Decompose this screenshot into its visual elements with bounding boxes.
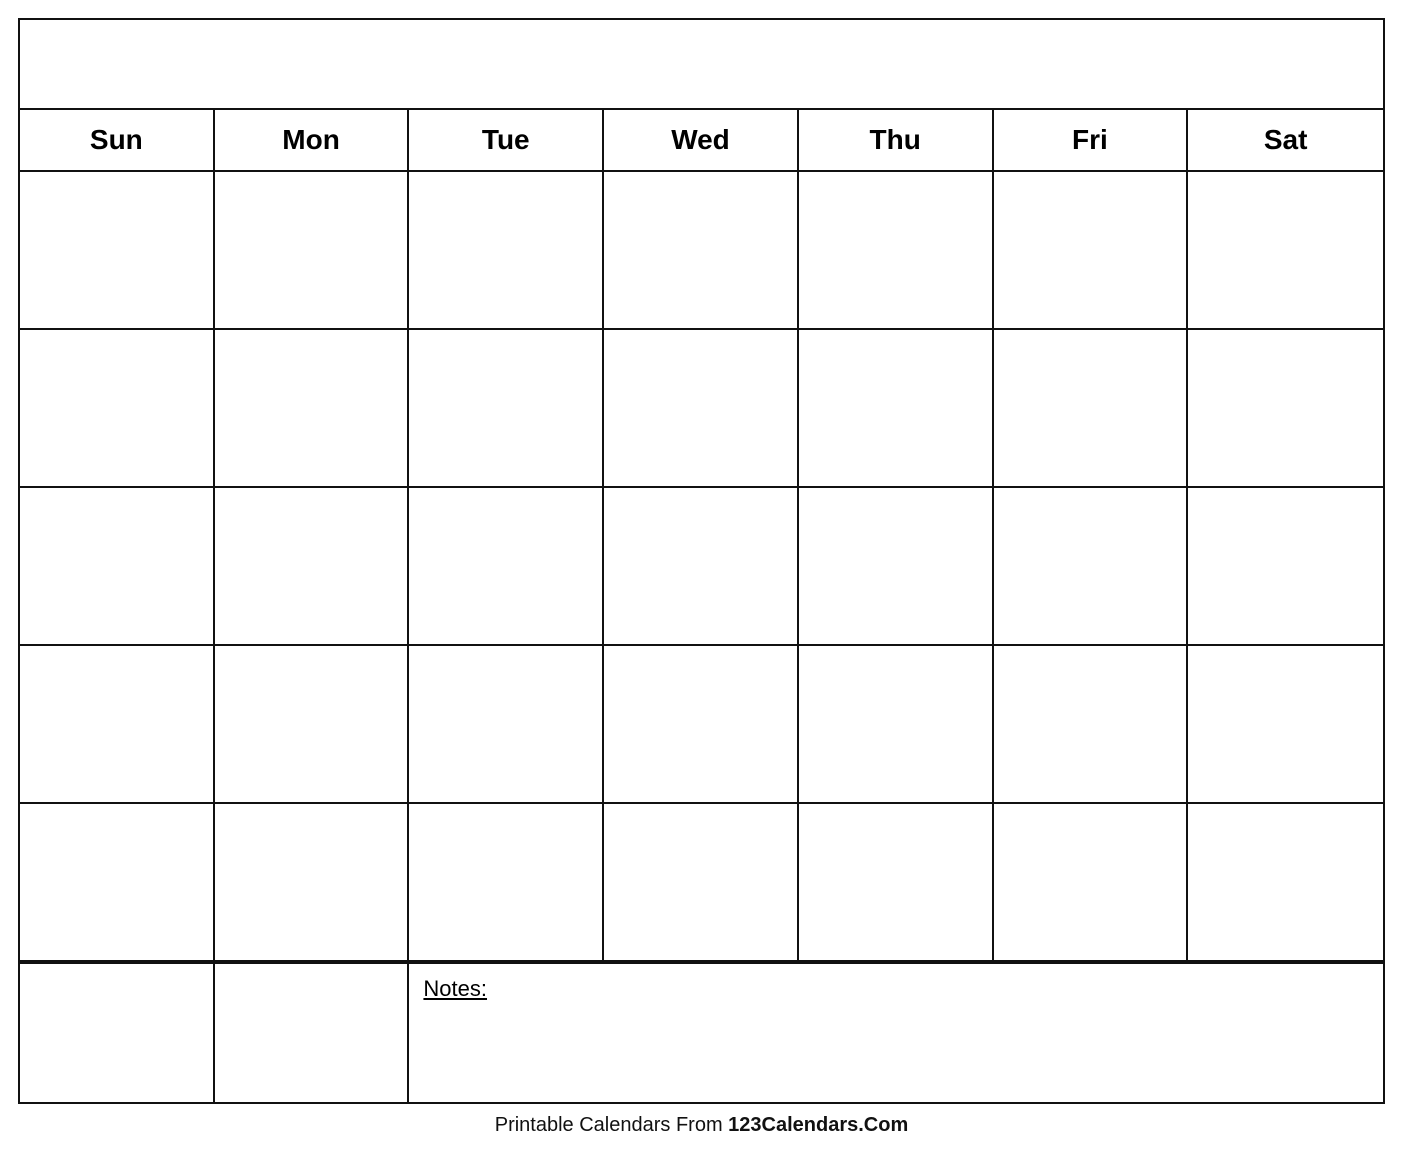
week-row-1 xyxy=(20,172,1383,330)
cell-w2-sat[interactable] xyxy=(1188,330,1383,486)
header-fri: Fri xyxy=(994,110,1189,170)
week-row-3 xyxy=(20,488,1383,646)
calendar-container: Sun Mon Tue Wed Thu Fri Sat xyxy=(18,18,1385,1104)
week-row-4 xyxy=(20,646,1383,804)
cell-w3-wed[interactable] xyxy=(604,488,799,644)
cell-w3-mon[interactable] xyxy=(215,488,410,644)
cell-w2-wed[interactable] xyxy=(604,330,799,486)
cell-w4-sat[interactable] xyxy=(1188,646,1383,802)
cell-w1-mon[interactable] xyxy=(215,172,410,328)
calendar-title-area xyxy=(20,20,1383,110)
cell-w5-sat[interactable] xyxy=(1188,804,1383,960)
calendar-grid: Sun Mon Tue Wed Thu Fri Sat xyxy=(20,110,1383,1102)
header-tue: Tue xyxy=(409,110,604,170)
cell-w3-sun[interactable] xyxy=(20,488,215,644)
cell-w4-fri[interactable] xyxy=(994,646,1189,802)
cell-w3-tue[interactable] xyxy=(409,488,604,644)
cell-w2-fri[interactable] xyxy=(994,330,1189,486)
cell-w5-tue[interactable] xyxy=(409,804,604,960)
cell-w5-mon[interactable] xyxy=(215,804,410,960)
notes-label: Notes: xyxy=(423,976,487,1001)
notes-row: Notes: xyxy=(20,962,1383,1102)
cell-w5-wed[interactable] xyxy=(604,804,799,960)
cell-w5-fri[interactable] xyxy=(994,804,1189,960)
cell-w4-sun[interactable] xyxy=(20,646,215,802)
cell-w1-tue[interactable] xyxy=(409,172,604,328)
footer-brand: 123Calendars.Com xyxy=(728,1114,908,1136)
cell-w3-sat[interactable] xyxy=(1188,488,1383,644)
week-row-2 xyxy=(20,330,1383,488)
header-thu: Thu xyxy=(799,110,994,170)
footer-prefix: Printable Calendars From xyxy=(495,1114,728,1136)
header-sat: Sat xyxy=(1188,110,1383,170)
cell-w5-thu[interactable] xyxy=(799,804,994,960)
cell-w2-thu[interactable] xyxy=(799,330,994,486)
cell-w1-wed[interactable] xyxy=(604,172,799,328)
header-sun: Sun xyxy=(20,110,215,170)
week-row-5 xyxy=(20,804,1383,962)
notes-empty-2 xyxy=(215,964,410,1102)
cell-w4-wed[interactable] xyxy=(604,646,799,802)
cell-w2-sun[interactable] xyxy=(20,330,215,486)
header-mon: Mon xyxy=(215,110,410,170)
cell-w4-tue[interactable] xyxy=(409,646,604,802)
notes-empty-1 xyxy=(20,964,215,1102)
cell-w3-fri[interactable] xyxy=(994,488,1189,644)
cell-w1-sat[interactable] xyxy=(1188,172,1383,328)
cell-w4-mon[interactable] xyxy=(215,646,410,802)
cell-w5-sun[interactable] xyxy=(20,804,215,960)
cell-w1-sun[interactable] xyxy=(20,172,215,328)
cell-w4-thu[interactable] xyxy=(799,646,994,802)
cell-w2-tue[interactable] xyxy=(409,330,604,486)
cell-w1-thu[interactable] xyxy=(799,172,994,328)
footer: Printable Calendars From 123Calendars.Co… xyxy=(495,1114,909,1143)
cell-w3-thu[interactable] xyxy=(799,488,994,644)
calendar-body: Notes: xyxy=(20,172,1383,1102)
cell-w2-mon[interactable] xyxy=(215,330,410,486)
cell-w1-fri[interactable] xyxy=(994,172,1189,328)
notes-content-area[interactable]: Notes: xyxy=(409,964,1383,1102)
header-wed: Wed xyxy=(604,110,799,170)
calendar-header-row: Sun Mon Tue Wed Thu Fri Sat xyxy=(20,110,1383,172)
